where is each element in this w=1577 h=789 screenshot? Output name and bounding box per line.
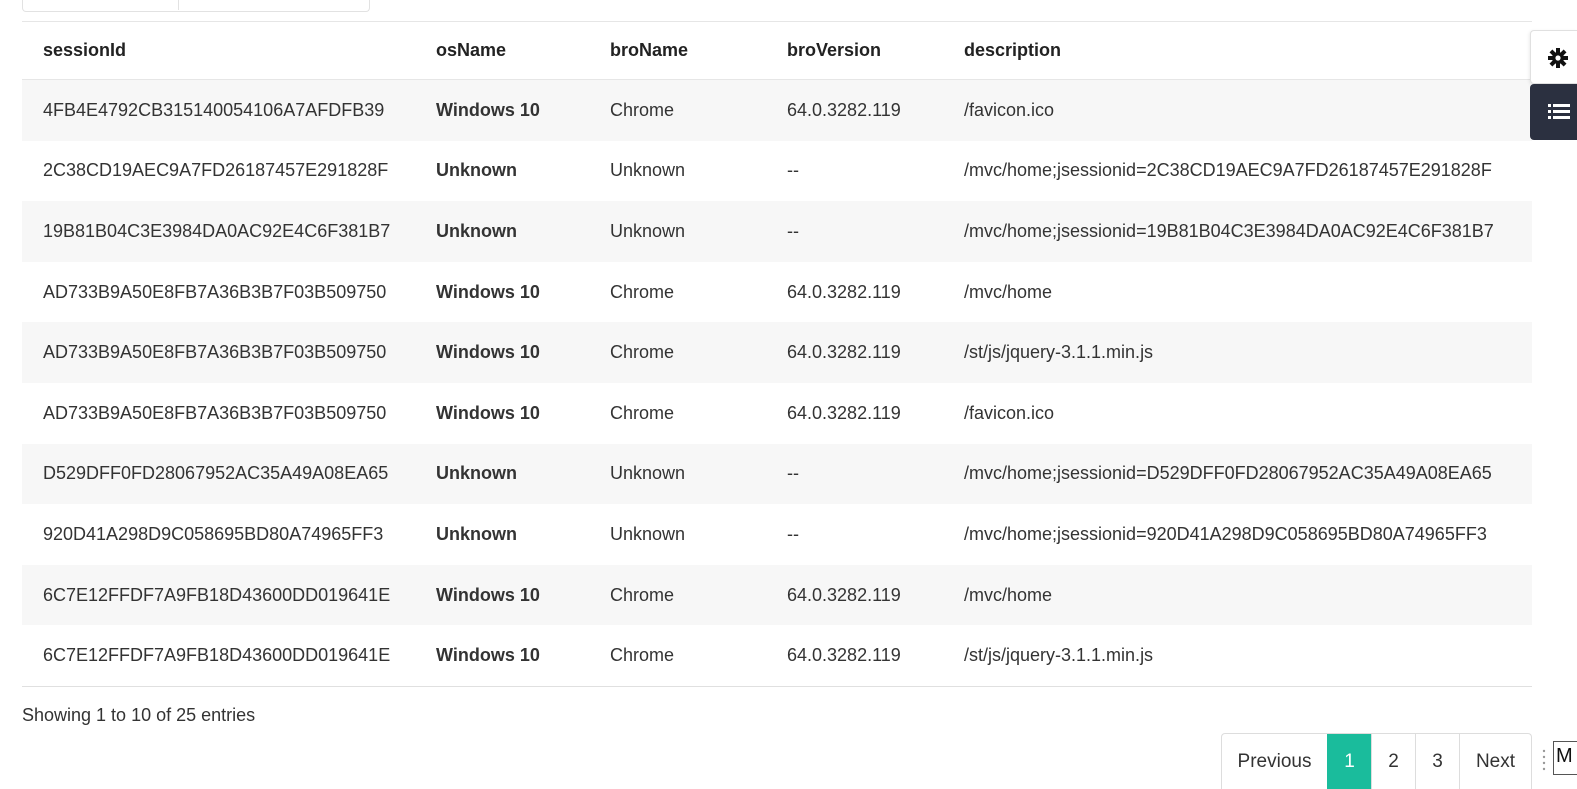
cell-broname: Unknown <box>589 504 766 565</box>
cell-description: /mvc/home;jsessionid=19B81B04C3E3984DA0A… <box>943 201 1532 262</box>
table-row[interactable]: 2C38CD19AEC9A7FD26187457E291828F Unknown U… <box>22 140 1532 202</box>
cell-osname: Windows 10 <box>415 564 589 626</box>
table-row[interactable]: 6C7E12FFDF7A9FB18D43600DD019641E Windows … <box>22 625 1532 687</box>
cell-broname: Unknown <box>589 140 766 202</box>
cell-broversion: -- <box>766 140 943 202</box>
cell-broname: Unknown <box>589 201 766 262</box>
cell-sessionid: 6C7E12FFDF7A9FB18D43600DD019641E <box>22 564 415 626</box>
cell-sessionid: 4FB4E4792CB315140054106A7AFDFB39 <box>22 79 415 141</box>
previous-page-button[interactable]: Previous <box>1222 734 1327 789</box>
table-row[interactable]: AD733B9A50E8FB7A36B3B7F03B509750 Windows … <box>22 382 1532 444</box>
cell-broversion: -- <box>766 504 943 565</box>
cell-osname: Unknown <box>415 140 589 202</box>
cell-description: /favicon.ico <box>943 382 1532 444</box>
cell-broname: Chrome <box>589 261 766 323</box>
cell-sessionid: AD733B9A50E8FB7A36B3B7F03B509750 <box>22 382 415 444</box>
cell-sessionid: AD733B9A50E8FB7A36B3B7F03B509750 <box>22 322 415 383</box>
table-info-text: Showing 1 to 10 of 25 entries <box>22 705 256 725</box>
table-header: sessionId osName broName broVersion desc… <box>22 22 1532 80</box>
page-3-button[interactable]: 3 <box>1415 734 1459 789</box>
column-header-description[interactable]: description <box>943 22 1532 80</box>
cell-broversion: 64.0.3282.119 <box>766 564 943 626</box>
cell-osname: Windows 10 <box>415 261 589 323</box>
cell-sessionid: 2C38CD19AEC9A7FD26187457E291828F <box>22 140 415 202</box>
table-row[interactable]: AD733B9A50E8FB7A36B3B7F03B509750 Windows … <box>22 261 1532 323</box>
cell-sessionid: 19B81B04C3E3984DA0AC92E4C6F381B7 <box>22 201 415 262</box>
table-row[interactable]: 19B81B04C3E3984DA0AC92E4C6F381B7 Unknown U… <box>22 201 1532 262</box>
settings-tool-button[interactable] <box>1530 30 1577 84</box>
cell-broversion: 64.0.3282.119 <box>766 79 943 141</box>
cell-broversion: 64.0.3282.119 <box>766 261 943 323</box>
column-header-osname[interactable]: osName <box>415 22 589 80</box>
drag-handle-icon[interactable] <box>1542 748 1546 772</box>
corner-widget[interactable]: M <box>1553 741 1577 775</box>
cell-description: /mvc/home <box>943 564 1532 626</box>
pagination: Previous 1 2 3 Next <box>1221 733 1532 789</box>
page-2-button[interactable]: 2 <box>1371 734 1415 789</box>
cell-broversion: 64.0.3282.119 <box>766 625 943 687</box>
page-1-button[interactable]: 1 <box>1327 734 1371 789</box>
table-row[interactable]: D529DFF0FD28067952AC35A49A08EA65 Unknown U… <box>22 443 1532 505</box>
cell-broname: Chrome <box>589 322 766 383</box>
cell-description: /st/js/jquery-3.1.1.min.js <box>943 625 1532 687</box>
cell-osname: Unknown <box>415 504 589 565</box>
cell-osname: Windows 10 <box>415 625 589 687</box>
cell-osname: Unknown <box>415 443 589 505</box>
cell-description: /favicon.ico <box>943 79 1532 141</box>
cell-sessionid: D529DFF0FD28067952AC35A49A08EA65 <box>22 443 415 505</box>
cell-description: /mvc/home;jsessionid=2C38CD19AEC9A7FD261… <box>943 140 1532 202</box>
cell-osname: Windows 10 <box>415 382 589 444</box>
cell-broname: Chrome <box>589 79 766 141</box>
cell-broname: Chrome <box>589 564 766 626</box>
cell-osname: Windows 10 <box>415 79 589 141</box>
sessions-table: sessionId osName broName broVersion desc… <box>22 22 1532 687</box>
column-header-broname[interactable]: broName <box>589 22 766 80</box>
cell-broversion: 64.0.3282.119 <box>766 382 943 444</box>
page: sessionId osName broName broVersion desc… <box>0 0 1577 789</box>
table-row[interactable]: 4FB4E4792CB315140054106A7AFDFB39 Windows … <box>22 79 1532 141</box>
tab-divider <box>178 0 179 10</box>
cell-broname: Chrome <box>589 382 766 444</box>
cell-sessionid: 920D41A298D9C058695BD80A74965FF3 <box>22 504 415 565</box>
cell-description: /st/js/jquery-3.1.1.min.js <box>943 322 1532 383</box>
cell-broname: Chrome <box>589 625 766 687</box>
cell-osname: Unknown <box>415 201 589 262</box>
cell-sessionid: 6C7E12FFDF7A9FB18D43600DD019641E <box>22 625 415 687</box>
cell-description: /mvc/home;jsessionid=D529DFF0FD28067952A… <box>943 443 1532 505</box>
cell-sessionid: AD733B9A50E8FB7A36B3B7F03B509750 <box>22 261 415 323</box>
next-page-button[interactable]: Next <box>1459 734 1531 789</box>
list-tool-button[interactable] <box>1530 84 1577 140</box>
cell-broversion: -- <box>766 201 943 262</box>
table-body: 4FB4E4792CB315140054106A7AFDFB39 Windows … <box>22 79 1532 687</box>
cell-broversion: 64.0.3282.119 <box>766 322 943 383</box>
table-row[interactable]: 920D41A298D9C058695BD80A74965FF3 Unknown U… <box>22 504 1532 565</box>
cell-description: /mvc/home;jsessionid=920D41A298D9C058695… <box>943 504 1532 565</box>
top-tab-group[interactable] <box>22 0 370 12</box>
column-header-broversion[interactable]: broVersion <box>766 22 943 80</box>
table-row[interactable]: AD733B9A50E8FB7A36B3B7F03B509750 Windows … <box>22 322 1532 383</box>
table-row[interactable]: 6C7E12FFDF7A9FB18D43600DD019641E Windows … <box>22 564 1532 626</box>
cell-broname: Unknown <box>589 443 766 505</box>
cell-description: /mvc/home <box>943 261 1532 323</box>
column-header-sessionid[interactable]: sessionId <box>22 22 415 80</box>
cell-osname: Windows 10 <box>415 322 589 383</box>
cell-broversion: -- <box>766 443 943 505</box>
